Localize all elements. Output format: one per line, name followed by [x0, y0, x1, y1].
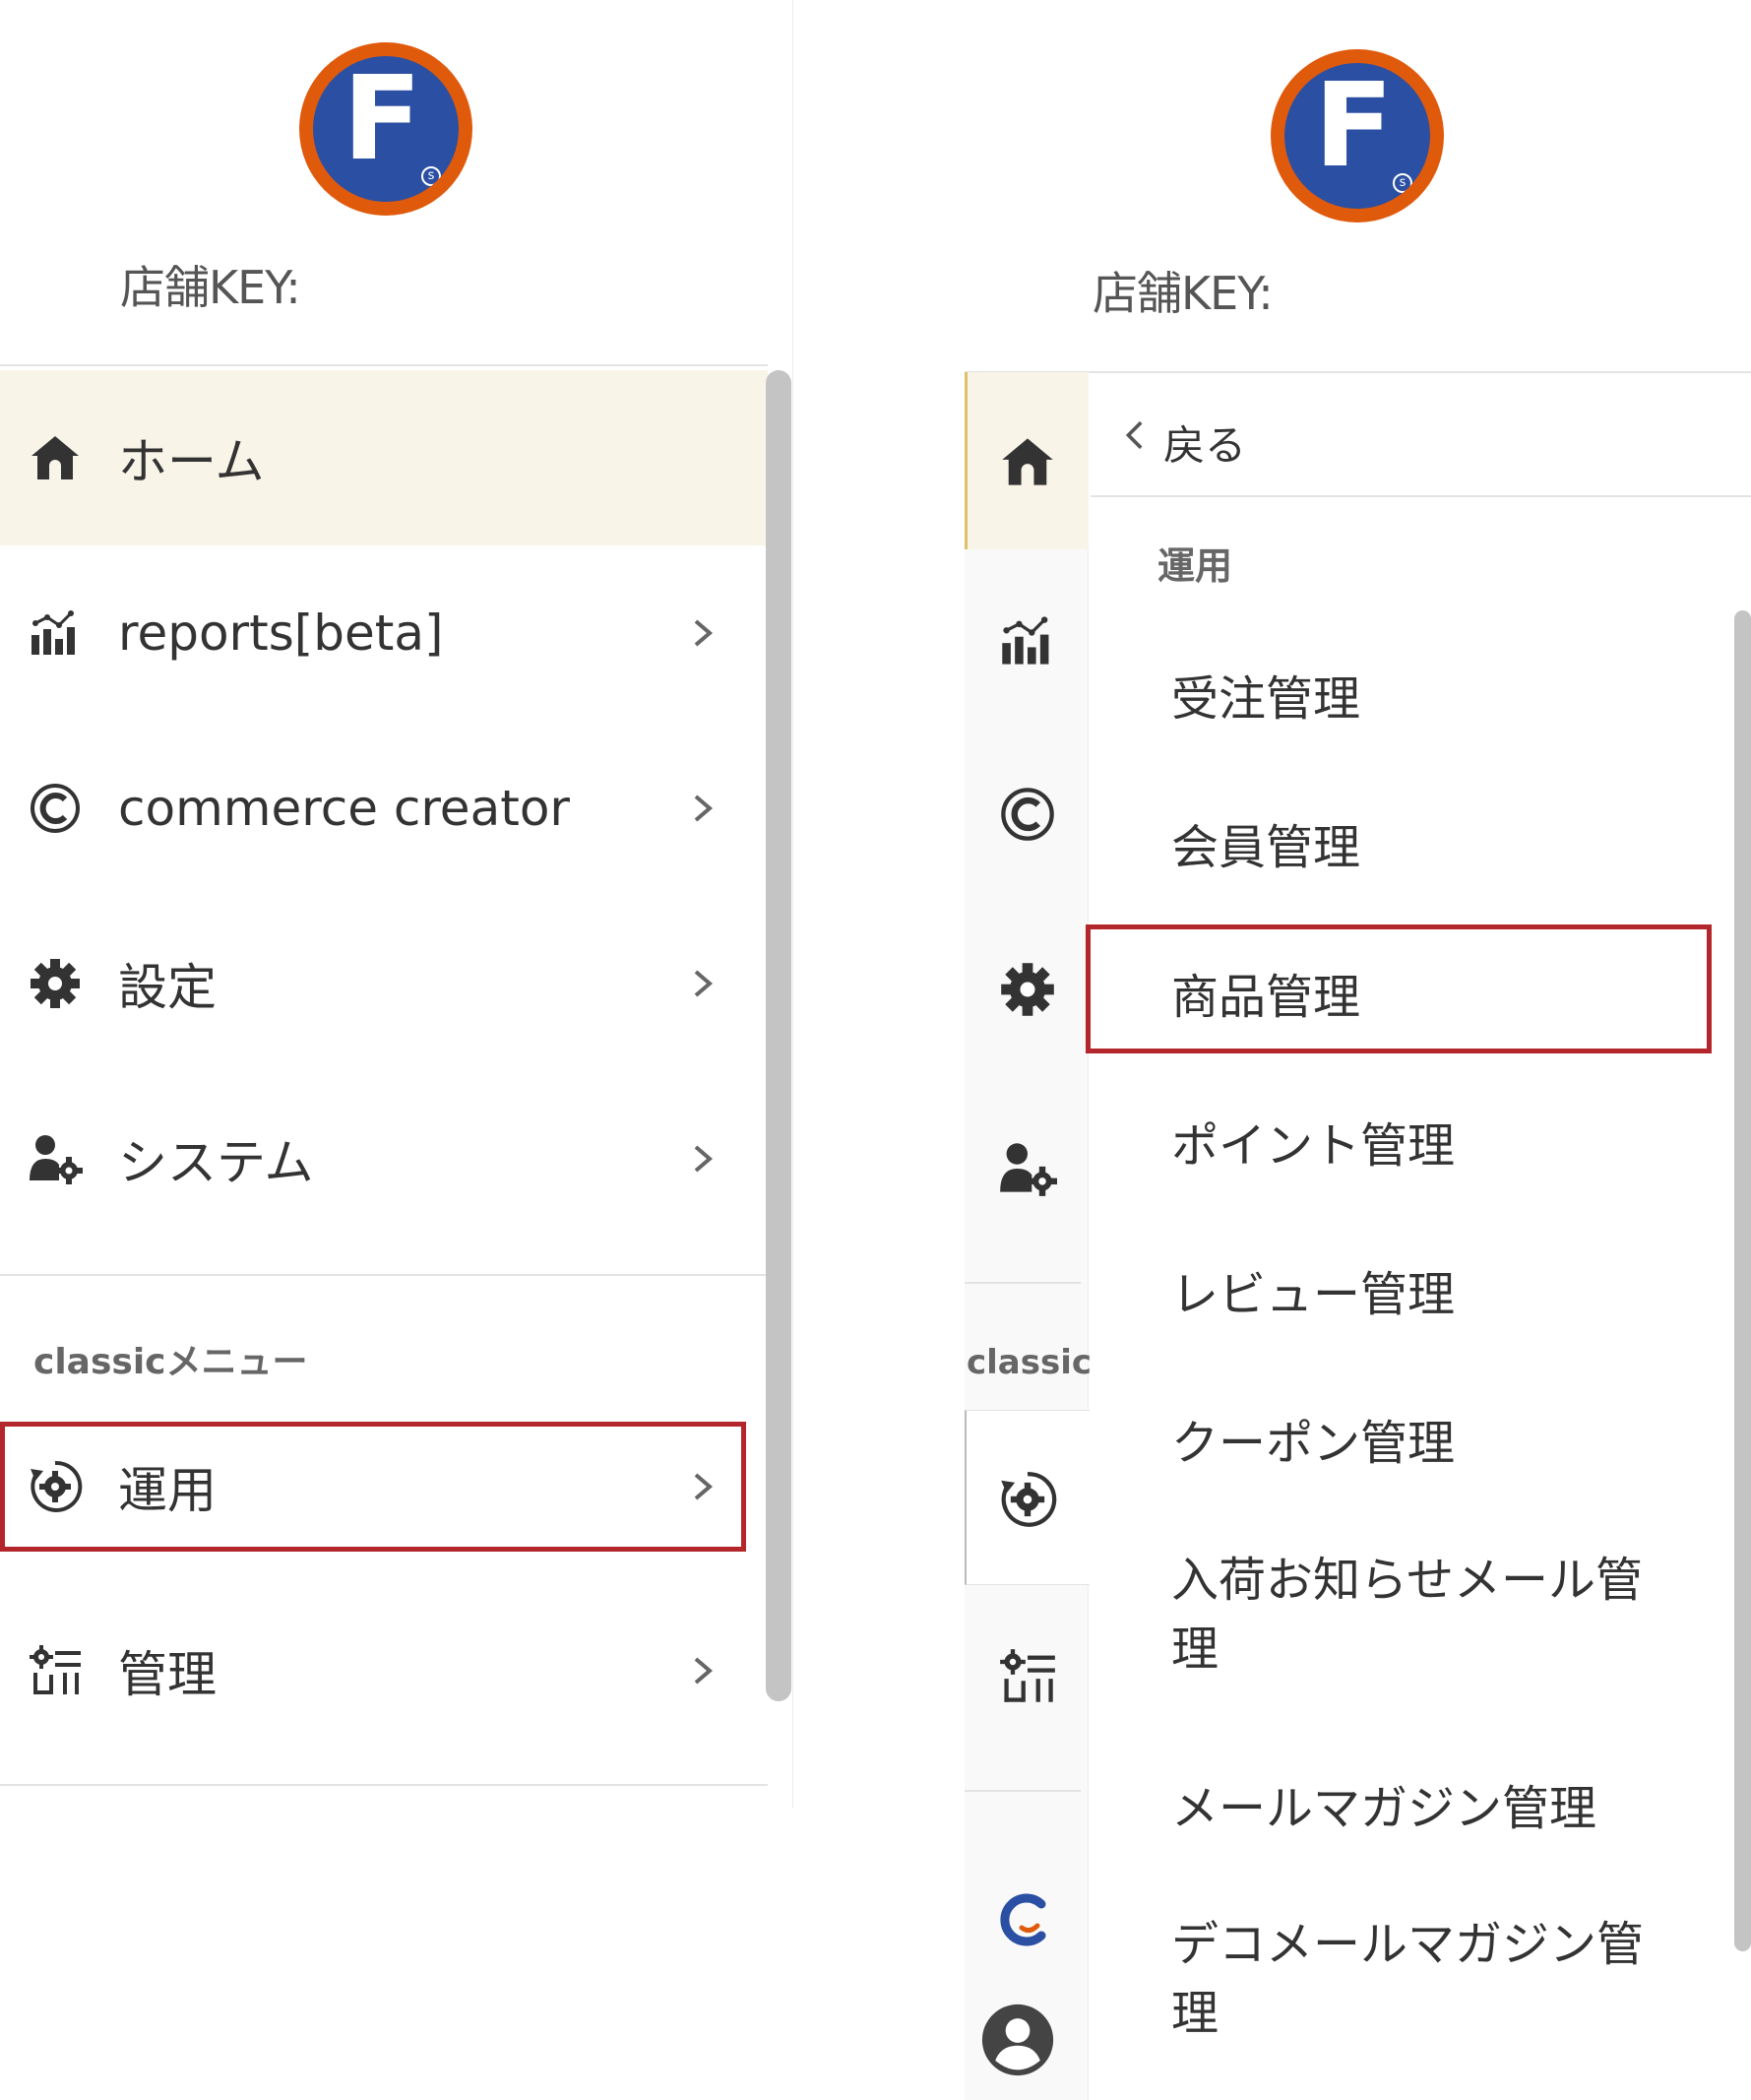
submenu-item-orders[interactable]: 受注管理	[1171, 660, 1360, 729]
submenu-section-heading: 運用	[1157, 544, 1233, 588]
store-key-label: 店舗KEY:	[120, 261, 301, 314]
menu-item-operations[interactable]: 運用	[0, 1422, 746, 1552]
copyright-icon	[31, 784, 80, 833]
user-gear-icon	[30, 1135, 83, 1184]
submenu-item-members[interactable]: 会員管理	[1171, 808, 1360, 877]
divider	[0, 1274, 768, 1276]
user-avatar-icon[interactable]	[980, 2003, 1055, 2077]
chevron-right-icon	[694, 619, 714, 647]
menu-item-settings[interactable]: 設定	[0, 896, 768, 1071]
submenu-item-products[interactable]: 商品管理	[1171, 958, 1360, 1027]
divider	[0, 364, 768, 366]
admin-tools-icon[interactable]	[998, 1647, 1057, 1706]
menu-item-label: ホーム	[118, 433, 265, 490]
menu-item-label: 管理	[118, 1646, 217, 1703]
commerce-creator-logo-icon[interactable]	[996, 1890, 1055, 1949]
rail-classic-label: classic	[967, 1343, 1093, 1382]
back-button[interactable]: 戻る	[1091, 375, 1751, 497]
menu-item-admin[interactable]: 管理	[0, 1583, 768, 1758]
chevron-right-icon	[694, 1145, 714, 1173]
menu-item-reports[interactable]: reports[beta]	[0, 545, 768, 721]
home-icon[interactable]	[998, 432, 1057, 491]
submenu-item-mail-magazine[interactable]: メールマガジン管理	[1171, 1769, 1596, 1838]
menu-item-label: 運用	[118, 1462, 217, 1519]
brand-logo: Fs	[1271, 49, 1444, 223]
chevron-left-icon	[1125, 420, 1143, 450]
chevron-right-icon	[694, 1657, 714, 1685]
scrollbar[interactable]	[1734, 610, 1751, 1951]
copyright-icon[interactable]	[998, 785, 1057, 844]
submenu-item-points[interactable]: ポイント管理	[1171, 1107, 1455, 1176]
classic-menu-heading: classicメニュー	[33, 1342, 308, 1382]
divider	[965, 1282, 1081, 1284]
gear-cycle-icon	[31, 1460, 83, 1512]
submenu-item-deco-mail-magazine[interactable]: デコメールマガジン管理	[1171, 1910, 1654, 2048]
store-key-label: 店舗KEY:	[1093, 267, 1274, 320]
menu-item-label: 設定	[118, 959, 217, 1016]
bar-chart-icon[interactable]	[998, 611, 1057, 670]
gear-icon	[31, 959, 80, 1008]
user-gear-icon[interactable]	[998, 1139, 1057, 1198]
menu-item-label: reports[beta]	[118, 605, 444, 662]
divider	[1091, 495, 1751, 497]
brand-logo: Fs	[299, 42, 472, 216]
submenu-item-restock-mail[interactable]: 入荷お知らせメール管理	[1171, 1546, 1654, 1684]
submenu-item-reviews[interactable]: レビュー管理	[1171, 1255, 1455, 1324]
admin-tools-icon	[30, 1645, 81, 1694]
menu-item-commerce-creator[interactable]: commerce creator	[0, 721, 768, 896]
home-icon	[31, 436, 79, 479]
chevron-right-icon	[694, 795, 714, 822]
back-label: 戻る	[1163, 421, 1247, 470]
submenu-item-coupons[interactable]: クーポン管理	[1171, 1404, 1455, 1473]
menu-item-label: commerce creator	[118, 780, 570, 837]
divider	[0, 1784, 768, 1786]
menu-item-label: システム	[118, 1134, 314, 1191]
gear-icon[interactable]	[998, 960, 1057, 1019]
menu-item-system[interactable]: システム	[0, 1071, 768, 1246]
gear-cycle-icon[interactable]	[998, 1470, 1057, 1529]
menu-item-home[interactable]: ホーム	[0, 370, 768, 545]
divider	[965, 1790, 1081, 1792]
left-sidebar: Fs 店舗KEY: ホーム reports[beta] commerce cre…	[0, 0, 793, 1808]
chevron-right-icon	[694, 970, 714, 997]
chevron-right-icon	[694, 1473, 714, 1500]
bar-chart-icon	[31, 610, 75, 655]
scrollbar[interactable]	[766, 370, 791, 1701]
